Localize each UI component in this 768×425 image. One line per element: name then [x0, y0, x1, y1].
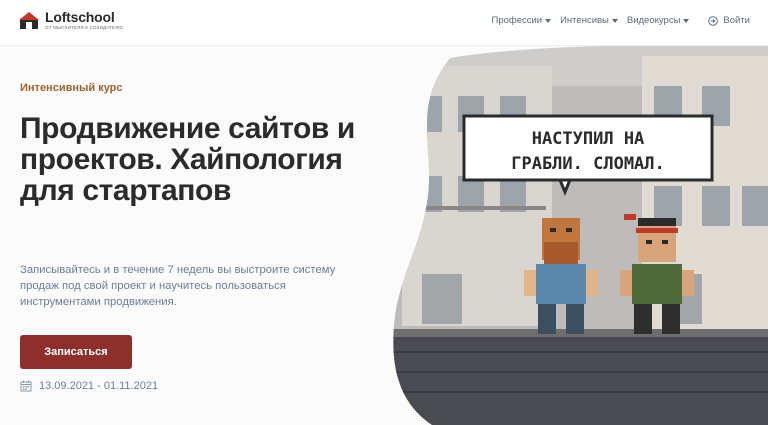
nav-item-intensives[interactable]: Интенсивы — [560, 15, 618, 26]
logo[interactable]: Loftschool от мыслителя к созидателю — [18, 9, 123, 31]
logo-name: Loftschool — [45, 8, 115, 25]
nav-item-videocourses[interactable]: Видеокурсы — [627, 15, 690, 26]
speech-bubble-line-1: НАСТУПИЛ НА — [532, 129, 645, 149]
login-icon — [708, 15, 719, 26]
signup-button[interactable]: Записаться — [20, 335, 132, 369]
chevron-down-icon — [611, 19, 618, 23]
logo-tagline: от мыслителя к созидателю — [45, 24, 124, 30]
site-header: Loftschool от мыслителя к созидателю Про… — [0, 0, 768, 46]
nav-item-label: Профессии — [491, 15, 543, 26]
nav-item-label: Интенсивы — [560, 15, 609, 26]
course-description: Записывайтесь и в течение 7 недель вы вы… — [20, 264, 336, 308]
page-title: Продвижение сайтов и проектов. Хайпологи… — [20, 112, 355, 207]
chevron-down-icon — [683, 19, 690, 23]
course-dates: 13.09.2021 - 01.11.2021 — [20, 380, 158, 392]
logo-mark-icon — [19, 12, 39, 29]
chevron-down-icon — [545, 19, 552, 23]
nav-item-label: Видеокурсы — [626, 15, 681, 26]
pixel-art-illustration: НАСТУПИЛ НА ГРАБЛИ. СЛОМАЛ. — [393, 46, 768, 425]
course-dates-text: 13.09.2021 - 01.11.2021 — [39, 380, 159, 392]
nav-item-professions[interactable]: Профессии — [491, 15, 552, 26]
course-type-label: Интенсивный курс — [20, 82, 123, 94]
login-label: Войти — [723, 15, 750, 26]
main-nav: Профессии Интенсивы Видеокурсы Войти — [491, 15, 750, 26]
login-link[interactable]: Войти — [708, 15, 750, 26]
speech-bubble-line-2: ГРАБЛИ. СЛОМАЛ. — [511, 154, 665, 174]
calendar-icon — [20, 380, 32, 392]
